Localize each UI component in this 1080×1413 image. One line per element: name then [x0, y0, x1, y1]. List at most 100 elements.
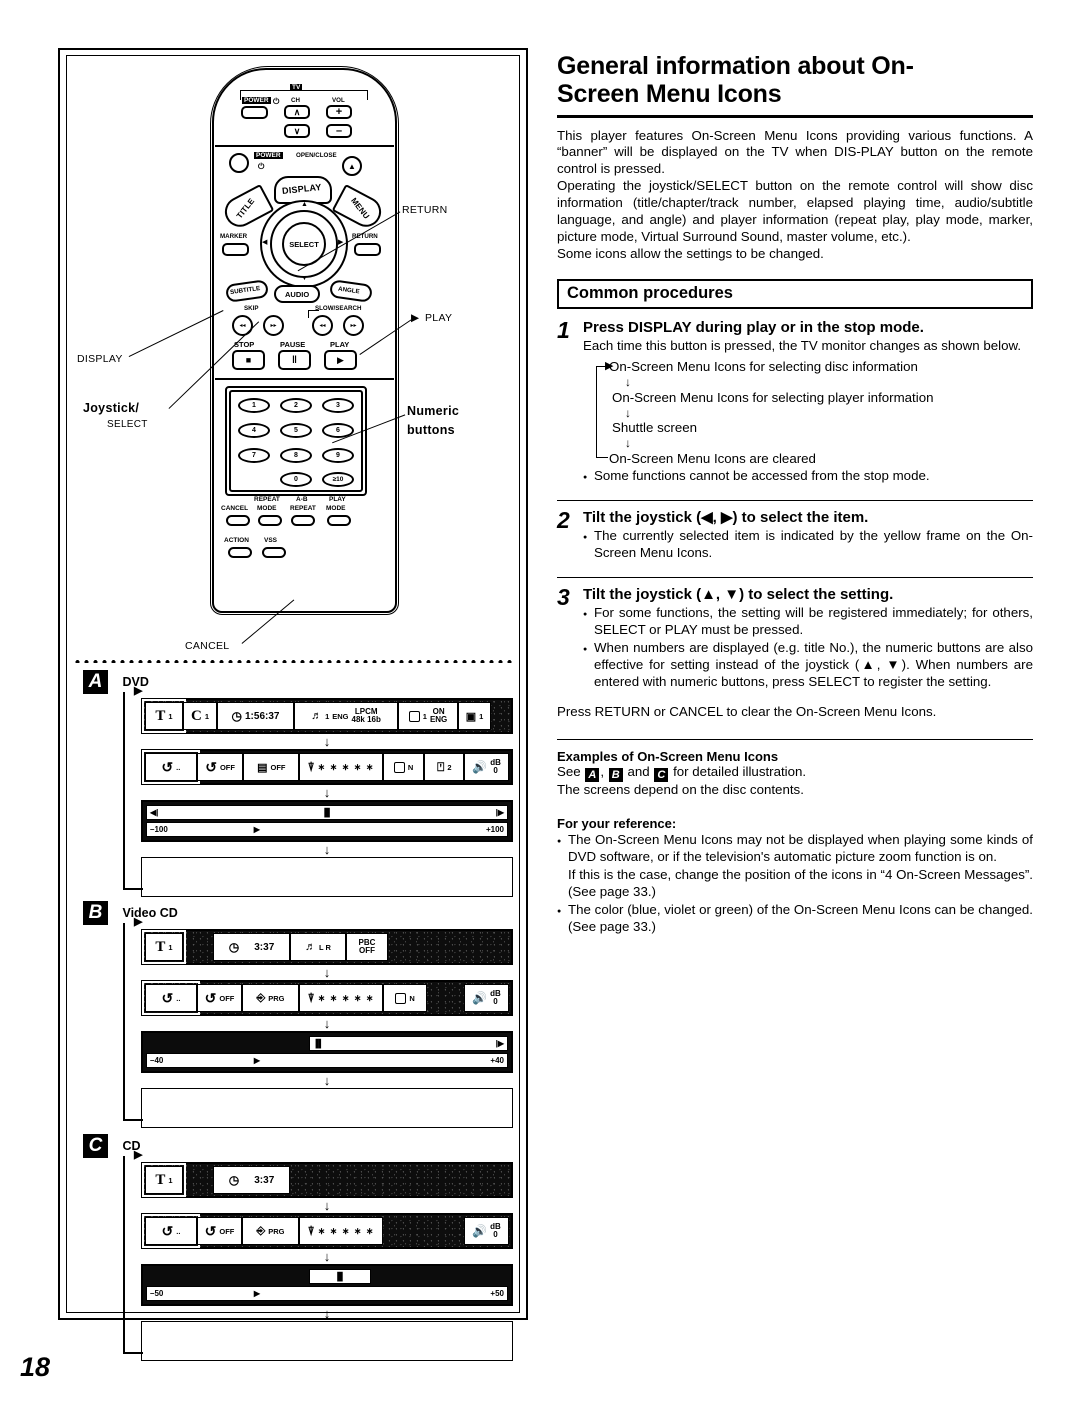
tv-power-button[interactable] [241, 106, 268, 119]
volume-cell-c[interactable]: 🔊 dB 0 [464, 1217, 509, 1245]
skip-label: SKIP [244, 305, 259, 312]
number-button-7[interactable]: 7 [238, 448, 270, 463]
repeat-mode-label-1: REPEAT [254, 496, 280, 503]
shuttle-bottom-bar-b[interactable]: –40 ▶ +40 [146, 1053, 508, 1068]
number-button-2[interactable]: 2 [280, 398, 312, 413]
callout-joystick: Joystick/ [83, 401, 140, 415]
pause-button[interactable]: ‖ [278, 350, 311, 370]
repeat-mode-cell-c[interactable]: ↺ OFF [197, 1217, 242, 1245]
number-button-9[interactable]: 9 [322, 448, 354, 463]
title-number-cell-a[interactable]: T 1 [142, 699, 186, 733]
repeat-mode-cell-b[interactable]: ↺ OFF [197, 984, 242, 1012]
marker-cell-b[interactable]: ⍒ ∗ ∗ ∗ ∗ ∗ [299, 984, 383, 1012]
repeat-play-cell-a[interactable]: ↺ .. [142, 750, 200, 784]
marker-cell-c[interactable]: ⍒ ∗ ∗ ∗ ∗ ∗ [299, 1217, 383, 1245]
step-3-rule [557, 576, 1033, 578]
number-button-ten[interactable]: ≥10 [322, 472, 354, 487]
search-forward-button[interactable]: ▸▸ [343, 315, 364, 336]
clock-icon: ◷ [231, 709, 242, 723]
skip-back-button[interactable]: ◂◂ [232, 315, 253, 336]
audio-cell-a[interactable]: ♬ 1 ENG LPCM 48k 16b [294, 702, 398, 730]
inline-tag-c: C [654, 768, 669, 783]
return-button[interactable] [354, 243, 381, 256]
elapsed-time-cell-c[interactable]: ◷ 3:37 [213, 1166, 290, 1194]
select-button[interactable]: SELECT [282, 222, 326, 266]
search-back-button[interactable]: ◂◂ [312, 315, 333, 336]
program-cell-b[interactable]: ⎆ PRG [242, 984, 299, 1012]
pbc-state-b: OFF [358, 946, 375, 955]
stop-button[interactable]: ■ [232, 350, 265, 370]
angle-cell-a[interactable]: ▣ 1 [458, 702, 491, 730]
number-button-3[interactable]: 3 [322, 398, 354, 413]
step-3-bullet-1: For some functions, the setting will be … [583, 605, 1033, 639]
osd-example-c: C CD T 1 ◷ 3:37 ↓ ↺ .. ↺ OFF ⎆ PRG ⍒ ∗ ∗… [83, 1134, 513, 1361]
shuttle-max-c: +50 [490, 1289, 504, 1298]
track-icon: T [155, 1171, 166, 1188]
picture-mode-cell-b[interactable]: N [383, 984, 427, 1012]
play-button[interactable]: ▶ [324, 350, 357, 370]
step-2-bullets: The currently selected item is indicated… [583, 528, 1033, 562]
pbc-cell-b[interactable]: PBC OFF [346, 933, 388, 961]
shuttle-pause-icon-b: ▐▌ [312, 1039, 324, 1048]
repeat-mode-icon: ↺ [204, 989, 217, 1006]
audio-icon: ♬ [311, 710, 323, 722]
subtitle-cell-a[interactable]: 1 ON ENG [398, 702, 458, 730]
speaker-icon: 🔊 [472, 991, 488, 1005]
vol-down-button[interactable]: – [326, 124, 352, 138]
ab-repeat-cell-a[interactable]: ▤ OFF [243, 753, 300, 781]
ch-up-button[interactable]: ∧ [284, 105, 310, 119]
repeat-mode-button[interactable] [258, 515, 282, 526]
repeat-play-cell-b[interactable]: ↺ .. [142, 981, 200, 1015]
volume-cell-b[interactable]: 🔊 dB 0 [464, 984, 509, 1012]
shuttle-top-bar-b[interactable]: ▐▌ |▶ [308, 1036, 508, 1051]
shuttle-top-bar-c[interactable]: ▐▌ [308, 1269, 372, 1284]
play-mode-cell-a[interactable]: ⍞ 2 [424, 753, 465, 781]
chapter-number-cell-a[interactable]: C 1 [183, 702, 217, 730]
audio-lr-cell-b[interactable]: ♬ L R [290, 933, 346, 961]
repeat-play-cell-c[interactable]: ↺ .. [142, 1214, 200, 1248]
action-button[interactable] [228, 547, 252, 558]
elapsed-time-cell-a[interactable]: ◷ 1:56:37 [217, 702, 294, 730]
repeat-mode-cell-a[interactable]: ↺ OFF [196, 753, 244, 781]
repeat-icon: ↺ [161, 1222, 174, 1239]
track-number-cell-c[interactable]: T 1 [142, 1163, 186, 1197]
step-3-title: Tilt the joystick (▲, ▼) to select the s… [583, 585, 894, 603]
shuttle-top-bar-a[interactable]: ◀| ▐▌ |▶ [146, 805, 508, 820]
number-button-4[interactable]: 4 [238, 423, 270, 438]
power-label: POWER [254, 152, 283, 159]
ab-repeat-button[interactable] [291, 515, 315, 526]
see-and: and [627, 764, 650, 780]
angle-camera-icon: ▣ [465, 710, 477, 723]
volume-cell-a[interactable]: 🔊 dB 0 [464, 753, 510, 781]
loop-arrow-c: ▶ [134, 1149, 143, 1161]
skip-forward-button[interactable]: ▸▸ [263, 315, 284, 336]
number-button-8[interactable]: 8 [280, 448, 312, 463]
flow-arrow-b3: ↓ [323, 1073, 331, 1088]
play-mode-button[interactable] [327, 515, 351, 526]
vss-button[interactable] [262, 547, 286, 558]
cancel-button[interactable] [226, 515, 250, 526]
step-2-rule [557, 499, 1033, 501]
examples-rule [557, 739, 1033, 741]
main-text-column: General information about On- Screen Men… [557, 52, 1033, 937]
elapsed-time-cell-b[interactable]: ◷ 3:37 [213, 933, 290, 961]
marker-cell-a[interactable]: ⍒ ∗ ∗ ∗ ∗ ∗ [299, 753, 383, 781]
ch-down-button[interactable]: ∨ [284, 124, 310, 138]
number-button-0[interactable]: 0 [280, 472, 312, 487]
open-close-button[interactable]: ▲ [342, 156, 362, 176]
track-number-cell-b[interactable]: T 1 [142, 930, 186, 964]
step-1-text: Each time this button is pressed, the TV… [583, 338, 1022, 354]
shuttle-bottom-bar-a[interactable]: –100 ▶ +100 [146, 822, 508, 837]
cancel-button-label: CANCEL [221, 505, 249, 512]
flow-arrow-a1: ↓ [323, 734, 331, 749]
tv-power-label: POWER [242, 97, 271, 104]
see-mid: , [600, 764, 605, 780]
number-button-5[interactable]: 5 [280, 423, 312, 438]
shuttle-bottom-bar-c[interactable]: –50 ▶ +50 [146, 1286, 508, 1301]
step-3-bullets: For some functions, the setting will be … [583, 605, 1033, 690]
vol-up-button[interactable]: + [326, 105, 352, 119]
program-cell-c[interactable]: ⎆ PRG [242, 1217, 299, 1245]
marker-button[interactable] [222, 243, 249, 256]
number-button-1[interactable]: 1 [238, 398, 270, 413]
picture-mode-cell-a[interactable]: N [382, 753, 425, 781]
